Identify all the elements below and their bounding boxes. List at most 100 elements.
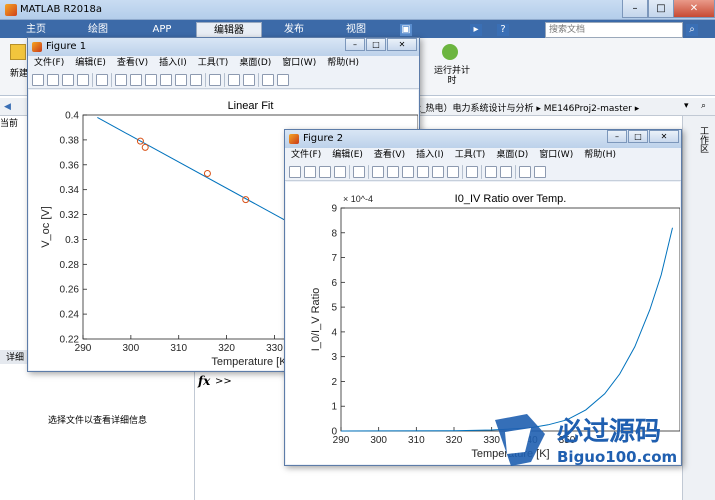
maximize-button[interactable]: □ xyxy=(648,0,674,18)
menu-file[interactable]: 文件(F) xyxy=(34,56,64,71)
figure1-close-button[interactable]: ✕ xyxy=(387,38,417,51)
function-browser-icon[interactable]: fx xyxy=(198,374,210,388)
print-icon[interactable] xyxy=(334,165,346,178)
tab-home[interactable]: 主页 xyxy=(14,22,58,38)
tab-view[interactable]: 视图 xyxy=(334,22,378,38)
toolbar-separator xyxy=(368,164,369,179)
tab-plots[interactable]: 绘图 xyxy=(76,22,120,38)
back-arrow-icon[interactable]: ◀ xyxy=(4,102,11,112)
save-figure-icon[interactable] xyxy=(319,165,331,178)
hide-tools-icon[interactable] xyxy=(262,73,274,86)
menu-view[interactable]: 查看(V) xyxy=(374,148,405,163)
menu-insert[interactable]: 插入(I) xyxy=(159,56,187,71)
legend-icon[interactable] xyxy=(243,73,255,86)
colorbar-icon[interactable] xyxy=(485,165,497,178)
search-icon[interactable]: ⌕ xyxy=(686,24,698,36)
menu-edit[interactable]: 编辑(E) xyxy=(332,148,363,163)
open-file-icon[interactable] xyxy=(47,73,59,86)
rotate-icon[interactable] xyxy=(160,73,172,86)
menu-insert[interactable]: 插入(I) xyxy=(416,148,444,163)
command-prompt: >> xyxy=(215,376,232,387)
x-tick-label: 300 xyxy=(370,435,387,446)
y-tick-label: 4 xyxy=(331,327,337,338)
menu-window[interactable]: 窗口(W) xyxy=(282,56,316,71)
zoom-in-icon[interactable] xyxy=(372,165,384,178)
link-plot-icon[interactable] xyxy=(209,73,221,86)
y-tick-label: 0.22 xyxy=(60,335,80,346)
print-icon[interactable] xyxy=(77,73,89,86)
pan-icon[interactable] xyxy=(402,165,414,178)
dock-icon[interactable] xyxy=(277,73,289,86)
zoom-out-icon[interactable] xyxy=(387,165,399,178)
pan-icon[interactable] xyxy=(145,73,157,86)
y-axis-label: V_oc [V] xyxy=(40,206,52,248)
forward-icon[interactable]: ▸ xyxy=(470,24,482,36)
toolbar-separator xyxy=(111,72,112,87)
figure1-minimize-button[interactable]: – xyxy=(345,38,365,51)
x-tick-label: 300 xyxy=(123,343,140,354)
x-tick-label: 310 xyxy=(408,435,425,446)
run-timer-icon[interactable] xyxy=(442,44,458,60)
address-search-icon[interactable]: ⌕ xyxy=(701,101,706,111)
brush-icon[interactable] xyxy=(190,73,202,86)
menu-file[interactable]: 文件(F) xyxy=(291,148,321,163)
menu-help[interactable]: 帮助(H) xyxy=(584,148,616,163)
figure1-titlebar[interactable]: Figure 1 – □ ✕ xyxy=(28,38,419,56)
menu-window[interactable]: 窗口(W) xyxy=(539,148,573,163)
workspace-label[interactable]: 工作区 xyxy=(697,126,710,153)
toolbar-separator xyxy=(92,72,93,87)
link-plot-icon[interactable] xyxy=(466,165,478,178)
details-message: 选择文件以查看详细信息 xyxy=(47,416,147,426)
menu-desktop[interactable]: 桌面(D) xyxy=(239,56,271,71)
figure1-maximize-button[interactable]: □ xyxy=(366,38,386,51)
data-cursor-icon[interactable] xyxy=(175,73,187,86)
search-input[interactable]: 搜索文档 xyxy=(545,22,683,38)
dock-icon[interactable] xyxy=(534,165,546,178)
save-figure-icon[interactable] xyxy=(62,73,74,86)
hide-tools-icon[interactable] xyxy=(519,165,531,178)
help-icon[interactable]: ? xyxy=(497,24,509,36)
tab-editor[interactable]: 编辑器 xyxy=(196,22,262,38)
minimize-button[interactable]: – xyxy=(622,0,648,18)
edit-plot-icon[interactable] xyxy=(353,165,365,178)
new-script-icon[interactable] xyxy=(10,44,26,60)
open-file-icon[interactable] xyxy=(304,165,316,178)
y-tick-label: 0.24 xyxy=(60,310,80,321)
save-icon[interactable]: ▣ xyxy=(400,24,412,36)
toolbar-separator xyxy=(515,164,516,179)
rotate-icon[interactable] xyxy=(417,165,429,178)
menu-tools[interactable]: 工具(T) xyxy=(455,148,486,163)
menu-help[interactable]: 帮助(H) xyxy=(327,56,359,71)
y-tick-label: 0.36 xyxy=(60,160,80,171)
new-button-label[interactable]: 新建 xyxy=(10,66,28,79)
tab-apps[interactable]: APP xyxy=(140,22,184,38)
figure2-maximize-button[interactable]: □ xyxy=(628,130,648,143)
menu-tools[interactable]: 工具(T) xyxy=(198,56,229,71)
zoom-in-icon[interactable] xyxy=(115,73,127,86)
figure-icon xyxy=(32,42,42,52)
run-and-time-label[interactable]: 运行并计时 xyxy=(434,66,470,86)
tab-publish[interactable]: 发布 xyxy=(272,22,316,38)
close-button[interactable]: ✕ xyxy=(673,0,715,18)
new-figure-icon[interactable] xyxy=(32,73,44,86)
current-folder-path[interactable]: 伏_热电）电力系统设计与分析 ▸ ME146Proj2-master ▸ xyxy=(412,101,639,114)
menu-desktop[interactable]: 桌面(D) xyxy=(496,148,528,163)
legend-icon[interactable] xyxy=(500,165,512,178)
new-figure-icon[interactable] xyxy=(289,165,301,178)
menu-edit[interactable]: 编辑(E) xyxy=(75,56,106,71)
toolbar-separator xyxy=(224,72,225,87)
data-cursor-icon[interactable] xyxy=(432,165,444,178)
figure2-minimize-button[interactable]: – xyxy=(607,130,627,143)
address-dropdown-icon[interactable]: ▾ xyxy=(684,101,689,111)
colorbar-icon[interactable] xyxy=(228,73,240,86)
title-bar xyxy=(0,0,715,20)
menu-view[interactable]: 查看(V) xyxy=(117,56,148,71)
figure2-close-button[interactable]: ✕ xyxy=(649,130,679,143)
y-tick-label: 0.4 xyxy=(65,111,79,122)
zoom-out-icon[interactable] xyxy=(130,73,142,86)
y-tick-label: 1 xyxy=(331,402,337,413)
brush-icon[interactable] xyxy=(447,165,459,178)
figure2-titlebar[interactable]: Figure 2 – □ ✕ xyxy=(285,130,681,148)
watermark-shield-icon: 必过源码 Biguo100.com xyxy=(495,414,677,466)
edit-plot-icon[interactable] xyxy=(96,73,108,86)
